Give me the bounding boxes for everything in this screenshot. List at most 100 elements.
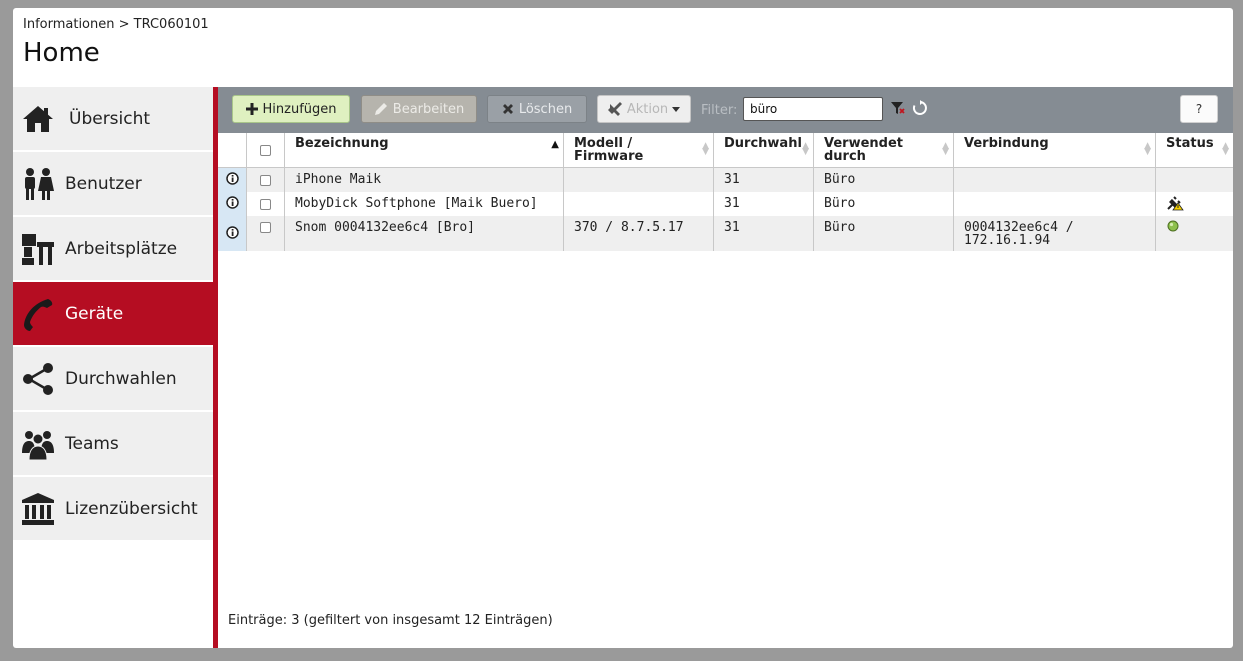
cell-durchwahl: 31 [714, 192, 814, 216]
table-row[interactable]: Snom 0004132ee6c4 [Bro] 370 / 8.7.5.17 3… [218, 216, 1233, 251]
sort-icon: ▲ ▼ [1144, 141, 1151, 157]
cell-verbindung [954, 168, 1156, 192]
header-select-all [247, 133, 285, 167]
add-button-label: Hinzufügen [262, 101, 337, 117]
sidebar-item-label: Benutzer [65, 173, 142, 194]
sidebar-item-label: Teams [65, 433, 119, 454]
column-header-label: Durchwahl [724, 136, 802, 151]
column-header-label: durch [824, 149, 866, 164]
action-dropdown[interactable]: Aktion [597, 95, 691, 123]
app-window: Informationen > TRC060101 Home Übersicht [13, 8, 1233, 648]
delete-button[interactable]: Löschen [487, 95, 587, 123]
sidebar-item-durchwahlen[interactable]: Durchwahlen [13, 347, 213, 412]
entries-summary: Einträge: 3 (gefiltert von insgesamt 12 … [228, 613, 553, 628]
sidebar-item-geraete[interactable]: Geräte [13, 282, 213, 347]
info-cell[interactable] [218, 216, 247, 251]
sidebar-item-uebersicht[interactable]: Übersicht [13, 87, 213, 152]
sort-icon: ▲ ▼ [942, 141, 949, 157]
info-icon[interactable] [225, 196, 239, 212]
select-cell [247, 168, 285, 192]
filter-label: Filter: [701, 103, 738, 118]
cell-verbindung [954, 192, 1156, 216]
cell-modell [564, 168, 714, 192]
sidebar-item-label: Übersicht [69, 108, 151, 129]
sidebar-item-benutzer[interactable]: Benutzer [13, 152, 213, 217]
info-icon[interactable] [225, 225, 239, 242]
table-header: Bezeichnung ▲ Modell / Firmware ▲ ▼ Durch… [218, 133, 1233, 168]
cell-bezeichnung: MobyDick Softphone [Maik Buero] [285, 192, 564, 216]
delete-button-label: Löschen [518, 101, 573, 117]
table-row[interactable]: iPhone Maik 31 Büro [218, 168, 1233, 192]
cell-bezeichnung: iPhone Maik [285, 168, 564, 192]
share-icon [21, 362, 55, 396]
info-cell[interactable] [218, 192, 247, 216]
filter-input[interactable] [743, 97, 883, 121]
warning-plug-icon [1166, 196, 1184, 215]
cell-status [1156, 168, 1233, 192]
select-cell [247, 192, 285, 216]
add-button[interactable]: Hinzufügen [232, 95, 350, 123]
refresh-icon[interactable] [912, 100, 928, 121]
row-checkbox[interactable] [260, 222, 271, 233]
sidebar-item-label: Lizenzübersicht [65, 498, 198, 519]
help-button[interactable]: ? [1180, 95, 1218, 123]
status-online-icon [1167, 220, 1179, 236]
action-dropdown-label: Aktion [626, 101, 669, 117]
cell-modell: 370 / 8.7.5.17 [564, 216, 714, 251]
column-header-bezeichnung[interactable]: Bezeichnung ▲ [285, 133, 564, 167]
column-header-label: Firmware [574, 149, 644, 164]
users-icon [21, 167, 55, 201]
sort-icon: ▲ ▼ [702, 141, 709, 157]
wrench-icon [607, 102, 622, 116]
bank-icon [21, 492, 55, 526]
main-panel: Hinzufügen Bearbeiten Löschen Aktion Fil… [218, 87, 1233, 648]
sidebar-item-label: Durchwahlen [65, 368, 177, 389]
cell-verbindung: 0004132ee6c4 / 172.16.1.94 [954, 216, 1156, 251]
column-header-status[interactable]: Status ▲ ▼ [1156, 133, 1233, 167]
edit-button[interactable]: Bearbeiten [361, 95, 477, 123]
page-title: Home [23, 38, 100, 68]
column-header-label: Bezeichnung [295, 136, 389, 151]
cell-status [1156, 192, 1233, 216]
home-icon [21, 102, 55, 136]
header-info-column [218, 133, 247, 167]
breadcrumb[interactable]: Informationen > TRC060101 [23, 17, 209, 32]
sidebar-item-label: Geräte [65, 303, 124, 324]
cell-modell [564, 192, 714, 216]
table-row[interactable]: MobyDick Softphone [Maik Buero] 31 Büro [218, 192, 1233, 216]
sidebar-item-arbeitsplaetze[interactable]: Arbeitsplätze [13, 217, 213, 282]
select-cell [247, 216, 285, 251]
column-header-label: Verbindung [964, 136, 1049, 151]
phone-icon [21, 297, 55, 331]
column-header-durchwahl[interactable]: Durchwahl ▲ ▼ [714, 133, 814, 167]
plus-icon [245, 103, 258, 115]
edit-button-label: Bearbeiten [392, 101, 465, 117]
cell-verwendet: Büro [814, 192, 954, 216]
sidebar-item-label: Arbeitsplätze [65, 238, 178, 259]
select-all-checkbox[interactable] [260, 144, 271, 156]
row-checkbox[interactable] [260, 198, 271, 210]
cell-verwendet: Büro [814, 168, 954, 192]
sort-icon: ▲ ▼ [1222, 141, 1229, 157]
sidebar-item-teams[interactable]: Teams [13, 412, 213, 477]
column-header-verwendet[interactable]: Verwendet durch ▲ ▼ [814, 133, 954, 167]
row-checkbox[interactable] [260, 174, 271, 186]
cell-durchwahl: 31 [714, 216, 814, 251]
cell-status [1156, 216, 1233, 251]
info-icon[interactable] [225, 172, 239, 188]
team-icon [21, 427, 55, 461]
column-header-verbindung[interactable]: Verbindung ▲ ▼ [954, 133, 1156, 167]
connection-line: 172.16.1.94 [964, 233, 1051, 248]
cell-verwendet: Büro [814, 216, 954, 251]
sort-icon: ▲ ▼ [802, 141, 809, 157]
sidebar-item-lizenzuebersicht[interactable]: Lizenzübersicht [13, 477, 213, 542]
sidebar: Übersicht Benutzer Arbeitsplätze Geräte … [13, 87, 213, 648]
cell-durchwahl: 31 [714, 168, 814, 192]
column-header-modell[interactable]: Modell / Firmware ▲ ▼ [564, 133, 714, 167]
info-cell[interactable] [218, 168, 247, 192]
workplace-icon [21, 232, 55, 266]
caret-down-icon [672, 106, 681, 112]
clear-filter-icon[interactable] [891, 102, 905, 120]
x-icon [502, 103, 514, 115]
sort-ascending-icon: ▲ [551, 139, 559, 150]
